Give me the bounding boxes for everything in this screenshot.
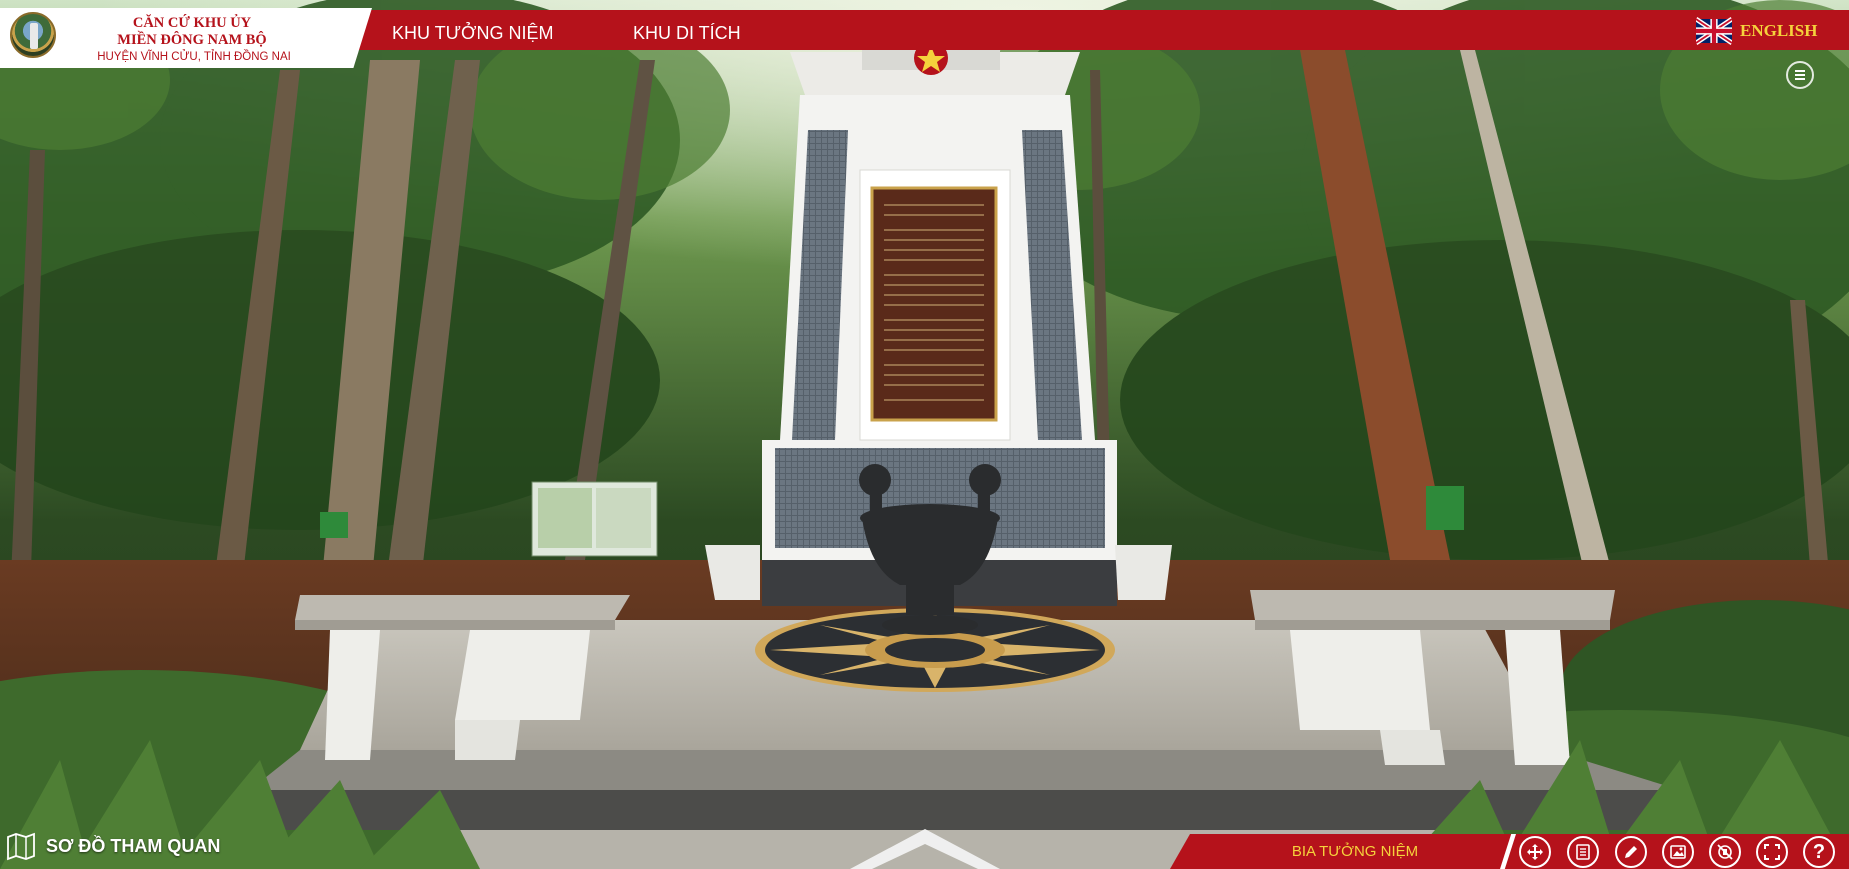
scene-title: BIA TƯỞNG NIỆM	[1291, 843, 1419, 860]
gyro-icon[interactable]	[1709, 836, 1741, 868]
fullscreen-icon[interactable]	[1756, 836, 1788, 868]
monument-seal-logo	[10, 12, 56, 58]
help-glyph: ?	[1812, 841, 1826, 863]
menu-icon[interactable]	[1786, 61, 1814, 89]
panorama-view[interactable]	[0, 0, 1849, 869]
map-icon	[7, 832, 35, 861]
nav-link-relic-area[interactable]: KHU DI TÍCH	[633, 22, 741, 44]
tour-map-button[interactable]: SƠ ĐỒ THAM QUAN	[6, 830, 220, 862]
brand-title-line2: MIỀN ĐÔNG NAM BỘ	[117, 32, 267, 48]
chevron-up-icon[interactable]	[850, 824, 1000, 869]
help-icon[interactable]: ?	[1803, 836, 1835, 868]
language-switch[interactable]: ENGLISH	[1696, 16, 1817, 46]
brand-location: HUYỆN VĨNH CỬU, TỈNH ĐỒNG NAI	[97, 51, 291, 63]
language-label: ENGLISH	[1740, 21, 1818, 40]
pen-icon[interactable]	[1615, 836, 1647, 868]
gallery-icon[interactable]	[1662, 836, 1694, 868]
brand-block[interactable]: CĂN CỨ KHU ỦY MIỀN ĐÔNG NAM BỘ HUYỆN VĨN…	[0, 8, 372, 68]
uk-flag-icon	[1696, 17, 1732, 45]
header-nav-bar	[352, 10, 1849, 50]
brand-title-line1: CĂN CỨ KHU ỦY	[132, 15, 252, 31]
nav-link-memorial-area[interactable]: KHU TƯỞNG NIỆM	[392, 22, 553, 44]
info-icon[interactable]	[1567, 836, 1599, 868]
top-header: CĂN CỨ KHU ỦY MIỀN ĐÔNG NAM BỘ HUYỆN VĨN…	[0, 8, 1849, 68]
move-icon[interactable]	[1519, 836, 1551, 868]
tour-map-label: SƠ ĐỒ THAM QUAN	[46, 835, 221, 856]
